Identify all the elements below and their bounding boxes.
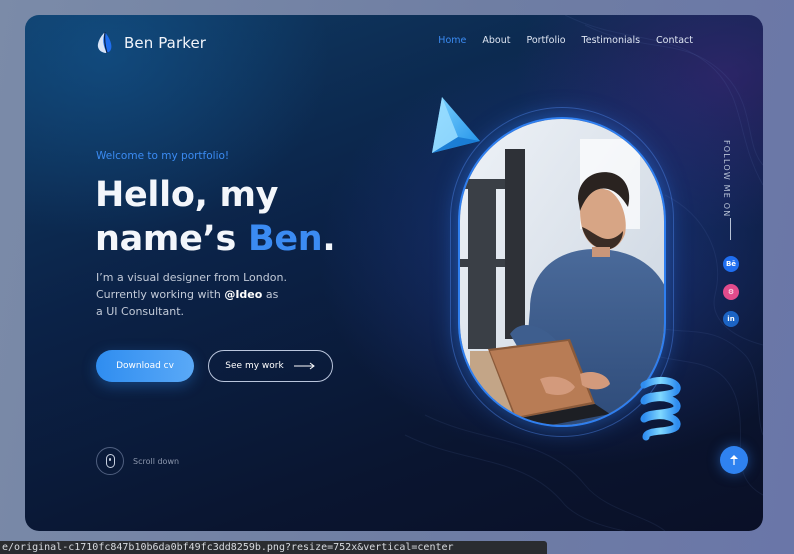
description-line-3: a UI Consultant.	[96, 305, 185, 318]
nav-item-about[interactable]: About	[482, 35, 510, 46]
status-url-bar: e/original-c1710fc847b10b6da0bf49fc3dd82…	[0, 541, 547, 554]
mouse-icon	[105, 454, 115, 468]
brand-name: Ben Parker	[124, 34, 207, 52]
headline-name: Ben	[247, 219, 323, 259]
arrow-right-icon	[293, 362, 315, 370]
headline-line-1: Hello, my	[95, 175, 279, 215]
nav-item-portfolio[interactable]: Portfolio	[526, 35, 565, 46]
behance-icon[interactable]: Bē	[723, 256, 739, 272]
scroll-down-hint[interactable]: Scroll down	[96, 447, 179, 475]
see-my-work-label: See my work	[225, 361, 284, 371]
scroll-to-top-button[interactable]	[720, 446, 748, 474]
download-cv-button[interactable]: Download cv	[96, 350, 194, 382]
see-my-work-button[interactable]: See my work	[208, 350, 333, 382]
description-line-2-suffix: as	[262, 288, 279, 301]
leaf-drop-icon	[97, 31, 112, 54]
scroll-down-label: Scroll down	[133, 456, 180, 466]
headline-line-2-prefix: name’s	[95, 219, 248, 259]
nav-item-contact[interactable]: Contact	[656, 35, 693, 46]
hero-card: Ben Parker Home About Portfolio Testimon…	[25, 15, 763, 531]
mouse-icon-circle	[96, 447, 124, 475]
main-nav: Home About Portfolio Testimonials Contac…	[438, 35, 693, 46]
brand-logo[interactable]: Ben Parker	[95, 31, 206, 55]
welcome-text: Welcome to my portfolio!	[96, 150, 230, 162]
description-line-2-prefix: Currently working with	[96, 288, 225, 301]
company-name: @Ideo	[224, 288, 263, 301]
3d-spring-shape	[640, 376, 681, 441]
follow-me-label: FOLLOW ME ON	[722, 140, 731, 218]
dribbble-icon[interactable]: ⚙	[723, 284, 739, 300]
follow-divider	[730, 218, 731, 240]
headline-suffix: .	[322, 219, 336, 259]
nav-item-testimonials[interactable]: Testimonials	[582, 35, 640, 46]
description-line-1: I’m a visual designer from London.	[96, 271, 287, 284]
hero-headline: Hello, my name’s Ben.	[95, 173, 336, 261]
hero-description: I’m a visual designer from London. Curre…	[96, 269, 326, 320]
3d-triangle-shape	[432, 97, 480, 153]
nav-item-home[interactable]: Home	[438, 35, 466, 46]
arrow-up-icon	[730, 455, 738, 465]
linkedin-icon[interactable]: in	[723, 311, 739, 327]
